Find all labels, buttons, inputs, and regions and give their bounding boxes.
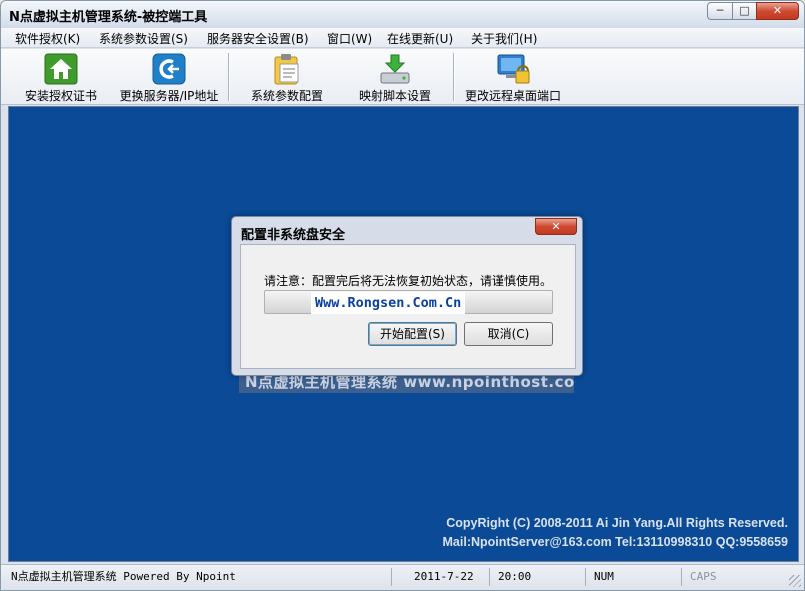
brand-watermark: Www.Rongsen.Com.Cn <box>311 292 466 314</box>
toolbar-separator <box>228 53 230 101</box>
maximize-icon: □ <box>739 4 750 17</box>
menu-window[interactable]: 窗口(W) <box>327 30 372 47</box>
resize-grip[interactable] <box>789 575 801 587</box>
status-num-lock: NUM <box>585 568 681 586</box>
toolbar-separator <box>453 53 455 101</box>
server-switch-icon <box>152 53 186 85</box>
dialog-notice: 请注意：配置完后将无法恢复初始状态，请谨慎使用。 <box>264 274 553 288</box>
menu-bar: 软件授权(K) 系统参数设置(S) 服务器安全设置(B) 窗口(W) 在线更新(… <box>1 28 804 48</box>
tool-system-config[interactable]: 系统参数配置 <box>243 49 331 105</box>
status-time: 20:00 <box>489 568 585 586</box>
status-caps-lock: CAPS <box>681 568 781 586</box>
window-title: N点虚拟主机管理系统-被控端工具 <box>9 10 208 25</box>
tool-label: 更换服务器/IP地址 <box>119 89 219 103</box>
tool-label: 映射脚本设置 <box>358 89 431 103</box>
dialog-title: 配置非系统盘安全 <box>241 228 346 243</box>
minimize-icon: ─ <box>716 4 724 17</box>
start-config-button[interactable]: 开始配置(S) <box>368 322 457 346</box>
status-app-name: N点虚拟主机管理系统 Powered By Npoint <box>11 570 236 583</box>
dialog-body: 请注意：配置完后将无法恢复初始状态，请谨慎使用。 Www.Rongsen.Com… <box>240 244 576 369</box>
menu-software-license[interactable]: 软件授权(K) <box>15 30 80 47</box>
copyright-line: CopyRight (C) 2008-2011 Ai Jin Yang.All … <box>446 516 788 530</box>
dialog-close-button[interactable]: ✕ <box>535 218 577 235</box>
close-icon: ✕ <box>551 220 561 233</box>
clipboard-icon <box>274 54 299 85</box>
tool-change-server-ip[interactable]: 更换服务器/IP地址 <box>113 49 225 105</box>
menu-system-settings[interactable]: 系统参数设置(S) <box>99 30 188 47</box>
tool-label: 更改远程桌面端口 <box>464 89 561 103</box>
menu-about-us[interactable]: 关于我们(H) <box>471 30 537 47</box>
status-bar: N点虚拟主机管理系统 Powered By Npoint 2011-7-22 2… <box>1 564 804 590</box>
tool-mapping-script[interactable]: 映射脚本设置 <box>351 49 439 105</box>
tool-label: 安装授权证书 <box>24 89 97 103</box>
status-date: 2011-7-22 <box>391 568 489 586</box>
main-window: N点虚拟主机管理系统-被控端工具 ─ □ ✕ 软件授权(K) 系统参数设置(S)… <box>0 0 805 591</box>
close-button[interactable]: ✕ <box>756 2 799 20</box>
toolbar: 安装授权证书 更换服务器/IP地址 系统参数配置 映射脚本设置 更改远程桌面端口 <box>1 49 804 105</box>
remote-desktop-lock-icon <box>497 54 530 84</box>
menu-server-security[interactable]: 服务器安全设置(B) <box>207 30 309 47</box>
tool-install-license[interactable]: 安装授权证书 <box>19 49 103 105</box>
minimize-button[interactable]: ─ <box>707 2 733 20</box>
home-icon <box>44 53 78 85</box>
close-icon: ✕ <box>772 4 783 17</box>
tool-label: 系统参数配置 <box>250 89 323 103</box>
secure-nonsystem-disk-dialog: 配置非系统盘安全 ✕ 请注意：配置完后将无法恢复初始状态，请谨慎使用。 Www.… <box>231 216 583 376</box>
cancel-button[interactable]: 取消(C) <box>464 322 553 346</box>
tool-remote-desktop-port[interactable]: 更改远程桌面端口 <box>461 49 565 105</box>
title-bar[interactable]: N点虚拟主机管理系统-被控端工具 ─ □ ✕ <box>1 1 804 28</box>
maximize-button[interactable]: □ <box>732 2 757 20</box>
download-drive-icon <box>380 54 410 84</box>
contact-line: Mail:NpointServer@163.com Tel:1311099831… <box>442 535 788 549</box>
menu-online-update[interactable]: 在线更新(U) <box>387 30 453 47</box>
